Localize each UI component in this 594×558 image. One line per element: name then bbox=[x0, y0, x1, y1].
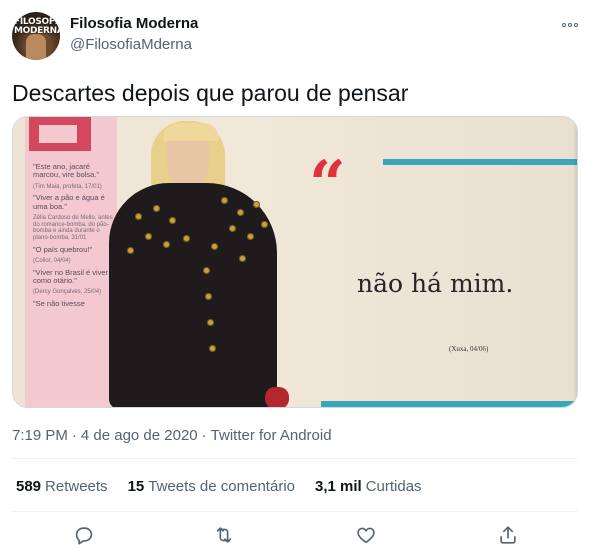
tweet-actions-bar bbox=[0, 520, 594, 550]
author-display-name[interactable]: Filosofia Moderna bbox=[70, 15, 198, 32]
tweet-stats: 589 Retweets 15 Tweets de comentário 3,1 m… bbox=[16, 478, 422, 495]
author-handle[interactable]: @FilosofiaMderna bbox=[70, 36, 192, 53]
avatar-figure bbox=[26, 34, 46, 60]
more-icon[interactable] bbox=[556, 15, 584, 35]
heart-icon[interactable] bbox=[353, 522, 379, 548]
photo-person-glove bbox=[265, 387, 289, 407]
tweet-media-image[interactable]: "Este ano, jacaré marcou, vire bolsa." (… bbox=[12, 116, 578, 408]
retweet-icon[interactable] bbox=[211, 522, 237, 548]
tweet-source[interactable]: Twitter for Android bbox=[211, 427, 332, 444]
magazine-quote-credit: (Xuxa, 04/06) bbox=[449, 345, 489, 353]
avatar[interactable]: FILOSOFIA MODERNA bbox=[12, 12, 60, 60]
tweet-text: Descartes depois que parou de pensar bbox=[12, 80, 409, 106]
quote-mark-decoration: “ bbox=[309, 147, 346, 222]
divider-rule bbox=[321, 401, 577, 407]
share-icon[interactable] bbox=[495, 522, 521, 548]
likes-stat[interactable]: 3,1 mil Curtidas bbox=[315, 478, 422, 495]
tweet-meta: 7:19 PM · 4 de ago de 2020 · Twitter for And… bbox=[12, 427, 332, 444]
tweet-card: FILOSOFIA MODERNA Filosofia Moderna @Filo… bbox=[0, 0, 594, 558]
retweets-stat[interactable]: 589 Retweets bbox=[16, 478, 108, 495]
tweet-time[interactable]: 7:19 PM bbox=[12, 427, 68, 444]
magazine-quote-text: não há mim. bbox=[357, 269, 514, 298]
magazine-sidebar-quotes: "Este ano, jacaré marcou, vire bolsa." (… bbox=[33, 162, 113, 308]
quote-tweets-stat[interactable]: 15 Tweets de comentário bbox=[128, 478, 295, 495]
divider bbox=[12, 511, 578, 512]
divider bbox=[12, 458, 578, 459]
reply-icon[interactable] bbox=[71, 522, 97, 548]
divider-rule bbox=[383, 159, 577, 165]
avatar-logo-text: FILOSOFIA MODERNA bbox=[14, 17, 60, 36]
tweet-date[interactable]: 4 de ago de 2020 bbox=[81, 427, 198, 444]
